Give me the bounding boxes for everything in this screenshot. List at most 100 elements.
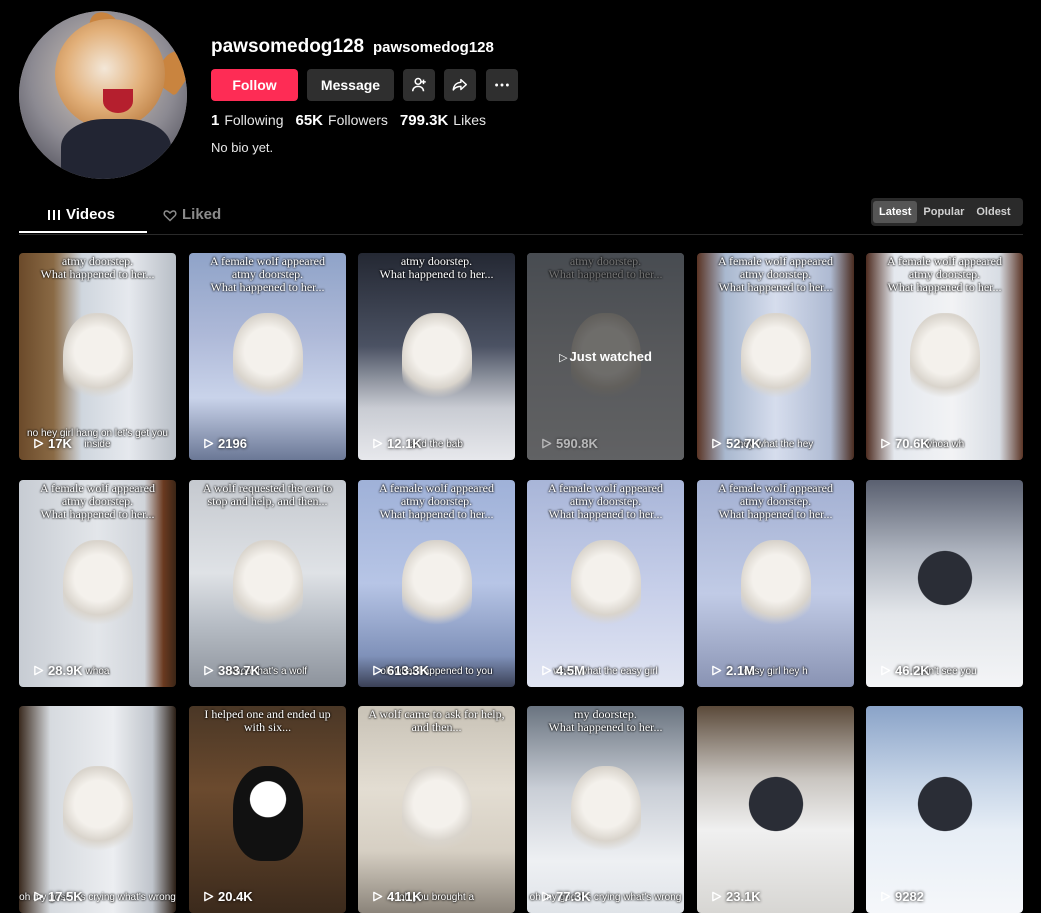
share-button[interactable] [444,69,476,101]
video-view-count: 9282 [880,889,924,904]
view-count-text: 383.7K [218,663,260,678]
play-icon [712,891,722,902]
video-tile[interactable]: A female wolf appeared atmy doorstep. Wh… [697,480,854,687]
video-tile[interactable]: I can't see you 46.2K [866,480,1023,687]
video-tile[interactable]: A female wolf appeared atmy doorstep. Wh… [358,480,515,687]
video-thumbnail-subject [402,766,472,861]
video-view-count: 12.1K [372,436,422,451]
video-view-count: 613.3K [372,663,429,678]
following-label: Following [224,112,284,128]
video-caption: A female wolf appeared atmy doorstep. Wh… [379,481,494,521]
avatar-dog-harness [61,119,171,179]
follow-button[interactable]: Follow [211,69,298,101]
sort-popular[interactable]: Popular [917,201,970,223]
video-caption: A wolf came to ask for help, and then... [368,707,505,734]
video-tile[interactable]: 23.1K [697,706,854,913]
profile-username: pawsomedog128 [211,36,365,57]
likes-count: 799.3K [399,112,449,129]
video-thumbnail-subject [233,313,303,408]
video-view-count: 41.1K [372,889,422,904]
video-thumbnail-subject [571,766,641,861]
view-count-text: 4.5M [556,663,585,678]
more-options-button[interactable] [486,69,518,101]
video-tile[interactable]: atmy doorstep. What happened to her...▷J… [527,253,684,460]
video-tile[interactable]: A female wolf appeared atmy doorstep. Wh… [866,253,1023,460]
play-icon [712,438,722,449]
video-tile[interactable]: atmy doorstep. What happened to her... no… [19,253,176,460]
tab-videos-label: Videos [66,206,115,223]
view-count-text: 41.1K [387,889,422,904]
tab-liked-label: Liked [182,206,222,223]
video-caption: I helped one and ended up with six... [204,707,331,734]
view-count-text: 2196 [218,436,247,451]
video-caption: my doorstep. What happened to her... [548,707,663,734]
just-watched-text: Just watched [569,349,652,364]
view-count-text: 590.8K [556,436,598,451]
active-tab-indicator [19,231,147,233]
share-icon [452,78,468,91]
play-icon [204,438,214,449]
play-icon [204,665,214,676]
play-icon: ▷ [559,352,568,364]
video-caption: atmy doorstep. What happened to her... [379,254,494,281]
following-stat[interactable]: 1 Following [211,112,283,129]
profile-avatar[interactable] [19,11,187,179]
view-count-text: 52.7K [726,436,761,451]
video-view-count: 52.7K [711,436,761,451]
video-view-count: 590.8K [541,436,598,451]
just-watched-label: ▷ Just watched [527,349,684,364]
video-thumbnail-subject [402,313,472,408]
video-tile[interactable]: I helped one and ended up with six... 20.… [189,706,346,913]
view-count-text: 12.1K [387,436,422,451]
view-count-text: 23.1K [726,889,761,904]
view-count-text: 613.3K [387,663,429,678]
message-button[interactable]: Message [307,69,394,101]
video-view-count: 17K [33,436,72,451]
video-thumbnail-subject [910,540,980,635]
video-thumbnail-subject [233,766,303,861]
likes-stat: 799.3K Likes [400,112,486,129]
view-count-text: 28.9K [48,663,83,678]
view-count-text: 46.2K [895,663,930,678]
view-count-text: 70.6K [895,436,930,451]
video-tile[interactable]: A wolf came to ask for help, and then...… [358,706,515,913]
profile-stats: 1 Following 65K Followers 799.3K Likes [211,112,486,129]
video-caption: A female wolf appeared atmy doorstep. Wh… [210,254,325,294]
video-view-count: 2.1M [711,663,755,678]
video-tile[interactable]: oh my gosh it's crying what's wrong 17.5K [19,706,176,913]
video-tile[interactable]: A female wolf appeared atmy doorstep. Wh… [697,253,854,460]
video-view-count: 77.3K [541,889,591,904]
play-icon [881,891,891,902]
video-view-count: 2196 [203,436,247,451]
video-tile[interactable]: 9282 [866,706,1023,913]
play-icon [34,665,44,676]
video-tile[interactable]: atmy doorstep. What happened to her... an… [358,253,515,460]
play-icon [204,891,214,902]
video-tile[interactable]: A wolf requested the car to stop and hel… [189,480,346,687]
play-icon [373,438,383,449]
video-tile[interactable]: my doorstep. What happened to her... oh m… [527,706,684,913]
video-tile[interactable]: A female wolf appeared atmy doorstep. Wh… [189,253,346,460]
video-thumbnail-subject [571,540,641,635]
video-tile[interactable]: A female wolf appeared atmy doorstep. Wh… [19,480,176,687]
video-tile[interactable]: A female wolf appeared atmy doorstep. Wh… [527,480,684,687]
person-add-icon [411,77,426,92]
view-count-text: 17.5K [48,889,83,904]
video-view-count: 23.1K [711,889,761,904]
add-friend-button[interactable] [403,69,435,101]
video-view-count: 20.4K [203,889,253,904]
play-icon [542,438,552,449]
tab-liked[interactable]: Liked [163,206,221,223]
video-thumbnail-subject [402,540,472,635]
video-view-count: 4.5M [541,663,585,678]
sort-oldest[interactable]: Oldest [970,201,1016,223]
tab-videos[interactable]: Videos [47,206,115,223]
play-icon [373,891,383,902]
avatar-dog-face [55,19,165,129]
video-thumbnail-subject [63,313,133,408]
sort-latest[interactable]: Latest [873,201,918,223]
view-count-text: 9282 [895,889,924,904]
play-icon [373,665,383,676]
followers-stat[interactable]: 65K Followers [295,112,387,129]
video-thumbnail-subject [63,540,133,635]
